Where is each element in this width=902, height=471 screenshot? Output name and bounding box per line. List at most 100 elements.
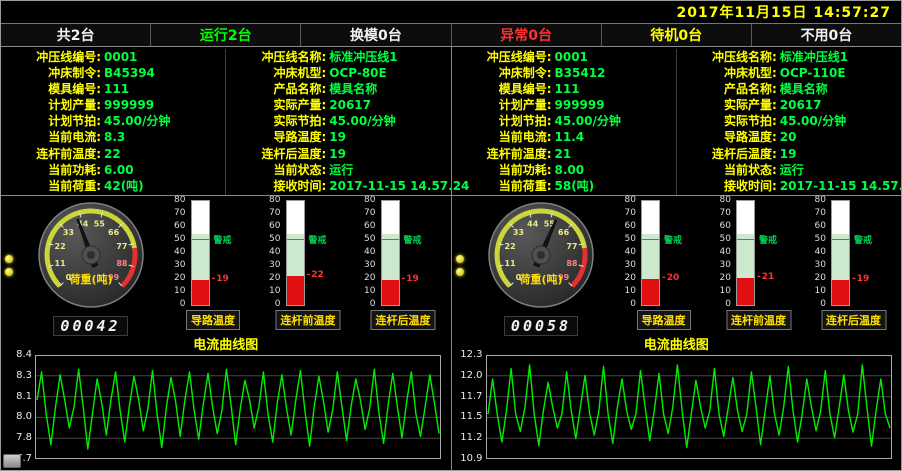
thermo-scale-number: 50	[356, 234, 376, 244]
taskbar-fragment[interactable]	[3, 454, 21, 468]
info-value: 20617	[329, 97, 371, 113]
svg-text:77: 77	[566, 242, 577, 251]
load-digital-display: 00058	[504, 316, 578, 336]
svg-text:22: 22	[54, 242, 65, 251]
thermo-fill	[192, 280, 209, 305]
info-row: 冲压线编号:0001	[452, 49, 676, 65]
info-label: 实际节拍:	[226, 113, 326, 129]
thermo-bar	[736, 200, 755, 306]
gauge-label: 荷重(吨)	[518, 272, 562, 286]
info-row: 冲床制令:B45394	[1, 65, 225, 81]
thermo-scale-number: 20	[261, 273, 281, 283]
info-label: 冲床机型:	[226, 65, 326, 81]
svg-text:55: 55	[93, 220, 105, 229]
thermo-scale-number: 10	[166, 286, 186, 296]
info-column: 冲压线名称:标准冲压线1冲床机型:OCP-80E产品名称:模具名称实际产量:20…	[225, 49, 450, 195]
info-label: 冲压线名称:	[677, 49, 777, 65]
info-value: 运行	[329, 162, 353, 178]
thermo-bar	[381, 200, 400, 306]
info-value: 标准冲压线1	[329, 49, 397, 65]
status-tab-total[interactable]: 共2台	[1, 24, 151, 46]
info-label: 实际节拍:	[677, 113, 777, 129]
info-value: 111	[104, 81, 129, 97]
thermo-fill	[382, 280, 399, 305]
info-label: 当前荷重:	[1, 178, 101, 194]
thermo-label: 连杆前温度	[276, 310, 341, 330]
info-row: 实际产量:20617	[677, 97, 901, 113]
info-row: 模具编号:111	[1, 81, 225, 97]
status-tab-unused[interactable]: 不用0台	[752, 24, 901, 46]
info-column: 冲压线名称:标准冲压线1冲床机型:OCP-110E产品名称:模具名称实际产量:2…	[676, 49, 901, 195]
thermo-scale-number: 60	[616, 221, 636, 231]
thermo-scale-number: 60	[711, 221, 731, 231]
thermo-scale-number: 50	[711, 234, 731, 244]
thermo-scale-number: 50	[806, 234, 826, 244]
info-label: 冲压线编号:	[452, 49, 552, 65]
thermo-scale-number: 30	[616, 260, 636, 270]
info-value: 8.3	[104, 129, 125, 145]
thermo-scale-number: 20	[166, 273, 186, 283]
svg-text:33: 33	[62, 228, 73, 237]
status-tab-standby[interactable]: 待机0台	[602, 24, 752, 46]
thermo-scale-number: 30	[711, 260, 731, 270]
info-row: 导路温度:20	[677, 129, 901, 145]
info-value: 999999	[555, 97, 605, 113]
thermo-scale-number: 80	[261, 195, 281, 205]
info-row: 连杆后温度:19	[226, 146, 450, 162]
info-value: 20	[780, 129, 797, 145]
gauge-section: 0112233445566778899荷重(吨)0004280706050403…	[1, 196, 451, 337]
info-row: 接收时间:2017-11-15 14.57.24	[677, 178, 901, 194]
info-row: 当前电流:11.4	[452, 129, 676, 145]
thermo-scale-number: 60	[806, 221, 826, 231]
svg-text:33: 33	[513, 228, 524, 237]
info-value: 6.00	[104, 162, 134, 178]
thermo-scale-number: 80	[711, 195, 731, 205]
info-row: 连杆前温度:22	[1, 146, 225, 162]
info-label: 当前荷重:	[452, 178, 552, 194]
thermo-scale-number: 70	[261, 208, 281, 218]
thermo-scale-number: 60	[166, 221, 186, 231]
thermo-label: 导路温度	[637, 310, 691, 330]
info-value: 0001	[555, 49, 588, 65]
svg-text:66: 66	[108, 228, 120, 237]
thermo-bar	[641, 200, 660, 306]
thermo-scale-number: 60	[356, 221, 376, 231]
status-tab-running[interactable]: 运行2台	[151, 24, 301, 46]
info-row: 计划节拍:45.00/分钟	[452, 113, 676, 129]
status-tab-abnormal[interactable]: 异常0台	[452, 24, 602, 46]
thermo-scale-number: 30	[261, 260, 281, 270]
thermometer-rod-front-temp: 80706050403020100警戒22连杆前温度	[261, 198, 356, 337]
thermo-scale-number: 30	[166, 260, 186, 270]
svg-text:77: 77	[116, 242, 127, 251]
info-label: 冲压线编号:	[1, 49, 101, 65]
info-value: 42(吨)	[104, 178, 144, 194]
warning-label: 警戒	[309, 233, 327, 246]
thermo-label: 连杆后温度	[821, 310, 886, 330]
info-value: 0001	[104, 49, 137, 65]
thermo-bar	[191, 200, 210, 306]
info-value: 模具名称	[329, 81, 377, 97]
thermo-scale-number: 20	[711, 273, 731, 283]
thermo-value-marker: 22	[307, 270, 324, 280]
gauge-dial: 0112233445566778899荷重(吨)	[466, 198, 616, 312]
info-value: 22	[104, 146, 121, 162]
machine-panel-1: 冲压线编号:0001冲床制令:B45394模具编号:111计划产量:999999…	[1, 47, 451, 470]
info-row: 冲压线名称:标准冲压线1	[226, 49, 450, 65]
info-value: 111	[555, 81, 580, 97]
info-row: 导路温度:19	[226, 129, 450, 145]
indicator-led	[5, 255, 13, 263]
gauge-dial: 0112233445566778899荷重(吨)	[16, 198, 166, 312]
info-label: 当前功耗:	[1, 162, 101, 178]
thermo-scale-number: 80	[806, 195, 826, 205]
thermometer-guide-temp: 80706050403020100警戒20导路温度	[616, 198, 711, 337]
info-value: 999999	[104, 97, 154, 113]
machines-container: 冲压线编号:0001冲床制令:B45394模具编号:111计划产量:999999…	[1, 47, 901, 470]
info-value: OCP-110E	[780, 65, 846, 81]
svg-text:66: 66	[558, 228, 570, 237]
info-label: 接收时间:	[677, 178, 777, 194]
status-tab-mold-change[interactable]: 换模0台	[301, 24, 451, 46]
info-row: 冲床机型:OCP-110E	[677, 65, 901, 81]
warning-line	[382, 239, 399, 240]
current-waveform-chart	[35, 355, 441, 459]
info-value: 8.00	[555, 162, 585, 178]
